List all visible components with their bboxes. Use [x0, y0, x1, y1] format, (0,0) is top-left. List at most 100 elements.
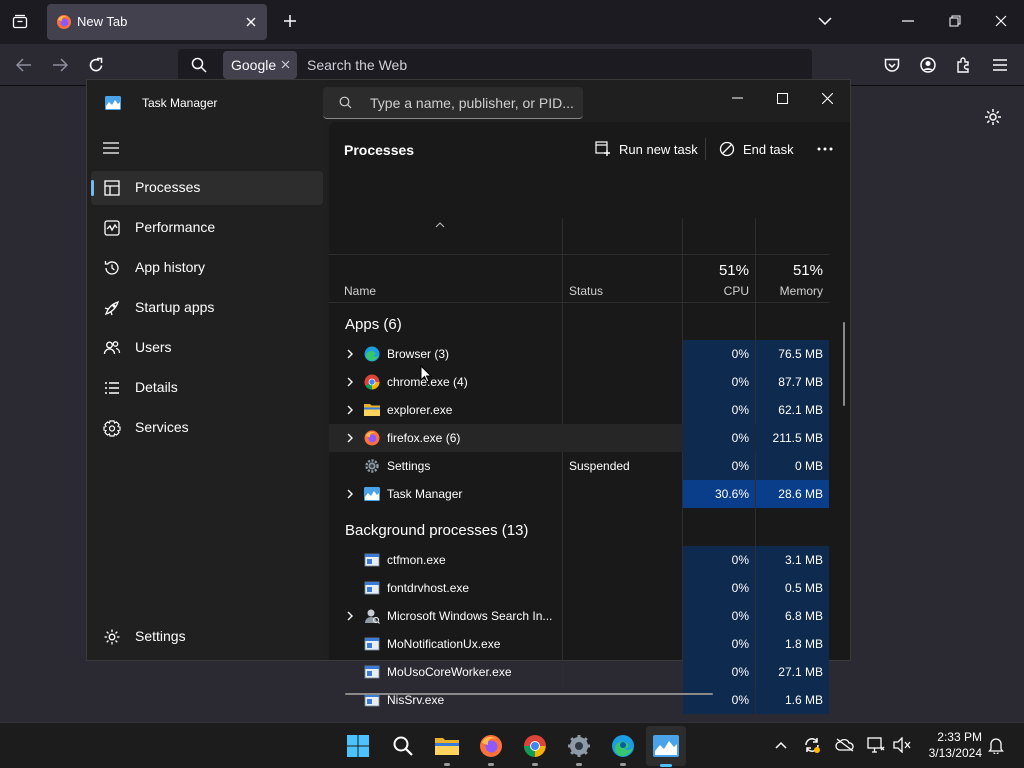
process-row[interactable]: MoUsoCoreWorker.exe 0% 27.1 MB [329, 658, 829, 686]
process-row[interactable]: fontdrvhost.exe 0% 0.5 MB [329, 574, 829, 602]
hamburger-menu-icon [993, 59, 1007, 71]
process-row[interactable]: ctfmon.exe 0% 3.1 MB [329, 546, 829, 574]
edge-icon [612, 735, 634, 757]
close-browser-button[interactable] [991, 11, 1011, 31]
process-memory: 76.5 MB [756, 340, 829, 368]
process-memory: 1.6 MB [756, 686, 829, 714]
process-row[interactable]: NisSrv.exe 0% 1.6 MB [329, 686, 829, 714]
extensions-button[interactable] [954, 55, 974, 75]
reload-button[interactable] [86, 55, 106, 75]
close-tab-icon[interactable] [246, 17, 256, 27]
process-search-input[interactable]: Type a name, publisher, or PID... [323, 87, 583, 119]
chevron-right-icon[interactable] [344, 376, 356, 388]
volume-tray-button[interactable] [892, 735, 912, 755]
minimize-window-button[interactable] [725, 86, 749, 110]
search-indexer-icon [365, 609, 380, 624]
url-bar[interactable]: Google Search the Web [178, 49, 812, 81]
window-title: Task Manager [142, 96, 218, 110]
maximize-window-button[interactable] [770, 86, 794, 110]
process-row[interactable]: explorer.exe 0% 62.1 MB [329, 396, 829, 424]
taskbar-firefox[interactable] [476, 731, 506, 766]
firefox-view-button[interactable] [8, 10, 32, 34]
process-cpu: 0% [683, 630, 755, 658]
chevron-right-icon[interactable] [344, 610, 356, 622]
process-row[interactable]: Browser (3) 0% 76.5 MB [329, 340, 829, 368]
forward-button[interactable] [50, 55, 70, 75]
process-cpu: 0% [683, 546, 755, 574]
app-menu-button[interactable] [990, 55, 1010, 75]
start-button[interactable] [343, 731, 373, 761]
nav-item-settings[interactable]: Settings [91, 620, 323, 654]
tab-title: New Tab [77, 14, 128, 29]
process-row[interactable]: Task Manager 30.6% 28.6 MB [329, 480, 829, 508]
minimize-browser-button[interactable] [898, 11, 918, 31]
nav-toggle-button[interactable] [101, 138, 121, 158]
tab-new-tab[interactable]: New Tab [47, 4, 267, 40]
back-button[interactable] [14, 55, 34, 75]
account-button[interactable] [918, 55, 938, 75]
process-row[interactable]: Microsoft Windows Search In... 0% 6.8 MB [329, 602, 829, 630]
taskbar-chrome[interactable] [520, 731, 550, 766]
minimize-icon [731, 97, 743, 99]
column-header-memory[interactable]: Memory [756, 284, 823, 298]
group-header-background: Background processes (13) [345, 522, 529, 539]
page-settings-button[interactable] [982, 106, 1004, 128]
gear-icon [365, 459, 379, 473]
pocket-icon [884, 58, 900, 72]
notifications-button[interactable] [986, 735, 1006, 755]
taskbar: 2:33 PM 3/13/2024 [0, 722, 1024, 768]
nav-item-app-history[interactable]: App history [91, 251, 323, 285]
process-row[interactable]: chrome.exe (4) 0% 87.7 MB [329, 368, 829, 396]
taskbar-settings[interactable] [564, 731, 594, 766]
taskbar-edge[interactable] [608, 731, 638, 766]
column-header-status[interactable]: Status [569, 284, 603, 298]
pocket-button[interactable] [882, 55, 902, 75]
taskbar-task-manager[interactable] [646, 726, 686, 767]
nav-item-users[interactable]: Users [91, 331, 323, 365]
show-hidden-icons-button[interactable] [772, 736, 790, 754]
list-all-tabs-button[interactable] [815, 11, 835, 31]
search-engine-chip[interactable]: Google [223, 51, 297, 79]
process-row[interactable]: firefox.exe (6) 0% 211.5 MB [329, 424, 829, 452]
new-tab-button[interactable] [280, 11, 300, 31]
chevron-right-icon[interactable] [344, 488, 356, 500]
cpu-total[interactable]: 51% [683, 262, 749, 279]
nav-item-performance[interactable]: Performance [91, 211, 323, 245]
taskbar-search-button[interactable] [388, 731, 418, 761]
process-cpu: 30.6% [683, 480, 755, 508]
process-memory: 1.8 MB [756, 630, 829, 658]
nav-item-processes[interactable]: Processes [91, 171, 323, 205]
process-row[interactable]: Settings Suspended 0% 0 MB [329, 452, 829, 480]
process-memory: 28.6 MB [756, 480, 829, 508]
close-window-button[interactable] [815, 86, 839, 110]
column-header-name[interactable]: Name [344, 284, 376, 298]
maximize-icon [776, 92, 788, 104]
onedrive-tray-button[interactable] [834, 735, 856, 755]
remove-engine-icon[interactable] [281, 60, 290, 69]
more-options-button[interactable] [813, 138, 837, 160]
chevron-right-icon[interactable] [344, 432, 356, 444]
firefox-icon [480, 735, 502, 757]
hamburger-menu-icon [103, 142, 119, 154]
vertical-scrollbar[interactable] [843, 322, 845, 406]
column-header-cpu[interactable]: CPU [683, 284, 749, 298]
memory-total[interactable]: 51% [756, 262, 823, 279]
chevron-right-icon[interactable] [344, 404, 356, 416]
horizontal-scrollbar[interactable] [345, 693, 713, 695]
chevron-right-icon[interactable] [344, 348, 356, 360]
end-task-button[interactable]: End task [719, 134, 794, 164]
taskbar-clock[interactable]: 2:33 PM 3/13/2024 [918, 729, 982, 761]
task-manager-app-icon [105, 96, 121, 110]
taskbar-file-explorer[interactable] [432, 731, 462, 766]
restore-browser-button[interactable] [945, 11, 965, 31]
process-name: NisSrv.exe [387, 693, 445, 707]
sync-tray-button[interactable] [802, 735, 822, 755]
page-title: Processes [344, 142, 415, 158]
nav-item-startup-apps[interactable]: Startup apps [91, 291, 323, 325]
network-tray-button[interactable] [866, 735, 886, 755]
nav-item-details[interactable]: Details [91, 371, 323, 405]
plus-icon [284, 15, 296, 27]
process-row[interactable]: MoNotificationUx.exe 0% 1.8 MB [329, 630, 829, 658]
run-new-task-button[interactable]: Run new task [595, 134, 698, 164]
nav-item-services[interactable]: Services [91, 411, 323, 445]
